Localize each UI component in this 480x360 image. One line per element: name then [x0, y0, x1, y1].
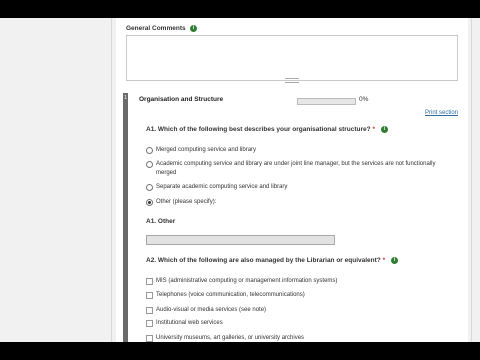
- radio-option[interactable]: Other (please specify):: [146, 198, 446, 207]
- option-label: Academic computing service and library a…: [156, 161, 436, 176]
- option-label: University museums, art galleries, or un…: [156, 335, 305, 341]
- checkbox[interactable]: [146, 307, 153, 314]
- section-progress-bar: [297, 98, 356, 105]
- option-label: Other (please specify):: [156, 199, 217, 205]
- section-number: 1: [124, 95, 127, 101]
- radio-button[interactable]: [146, 184, 153, 191]
- option-label: Institutional web services: [156, 320, 223, 326]
- info-icon[interactable]: i: [390, 257, 398, 264]
- top-black-bar: [0, 0, 480, 18]
- option-label: Merged computing service and library: [156, 147, 257, 153]
- option-label: Telephones (voice communication, telecom…: [156, 292, 305, 298]
- general-comments-title: General Comments: [126, 25, 186, 32]
- radio-option[interactable]: Merged computing service and library: [146, 146, 446, 155]
- required-marker: *: [382, 257, 386, 265]
- a1-other-input[interactable]: [146, 235, 335, 245]
- question-a1: A1. Which of the following best describe…: [146, 126, 388, 133]
- radio-button[interactable]: [146, 161, 153, 168]
- radio-button-selected[interactable]: [146, 199, 153, 206]
- checkbox[interactable]: [146, 335, 153, 342]
- info-icon[interactable]: i: [190, 25, 197, 32]
- checkbox-option[interactable]: MIS (administrative computing or managem…: [146, 277, 446, 286]
- radio-option[interactable]: Separate academic computing service and …: [146, 183, 446, 192]
- required-marker: *: [372, 126, 375, 134]
- question-a2-label: A2. Which of the following are also mana…: [146, 257, 381, 265]
- right-divider: [471, 18, 472, 342]
- print-section-link[interactable]: Print section: [425, 110, 458, 116]
- checkbox[interactable]: [146, 278, 153, 285]
- left-divider: [111, 18, 112, 342]
- checkbox-option[interactable]: Telephones (voice communication, telecom…: [146, 291, 446, 300]
- checkbox-option[interactable]: Audio-visual or media services (see note…: [146, 306, 446, 315]
- survey-viewport: General Comments i 1 Organisation and St…: [0, 18, 480, 342]
- question-a1-other-label: A1. Other: [146, 218, 176, 225]
- checkbox-option[interactable]: University museums, art galleries, or un…: [146, 334, 446, 342]
- option-label: Audio-visual or media services (see note…: [156, 307, 267, 313]
- option-label: MIS (administrative computing or managem…: [156, 278, 338, 284]
- question-a1-label: A1. Which of the following best describe…: [146, 126, 371, 134]
- checkbox-option[interactable]: Institutional web services: [146, 319, 446, 328]
- info-icon[interactable]: i: [380, 126, 388, 133]
- survey-panel: General Comments i 1 Organisation and St…: [116, 18, 468, 342]
- radio-option[interactable]: Academic computing service and library a…: [146, 160, 446, 177]
- progress-percent-label: 0%: [359, 96, 369, 103]
- general-comments-textarea[interactable]: [126, 35, 458, 83]
- section-title: Organisation and Structure: [139, 96, 224, 103]
- checkbox[interactable]: [146, 292, 153, 299]
- question-a2: A2. Which of the following are also mana…: [146, 257, 398, 264]
- radio-button[interactable]: [146, 147, 153, 154]
- resize-grip-icon[interactable]: [285, 78, 299, 83]
- section-sidebar: [123, 93, 128, 342]
- bottom-black-bar: [0, 342, 480, 360]
- checkbox[interactable]: [146, 320, 153, 327]
- option-label: Separate academic computing service and …: [156, 184, 288, 190]
